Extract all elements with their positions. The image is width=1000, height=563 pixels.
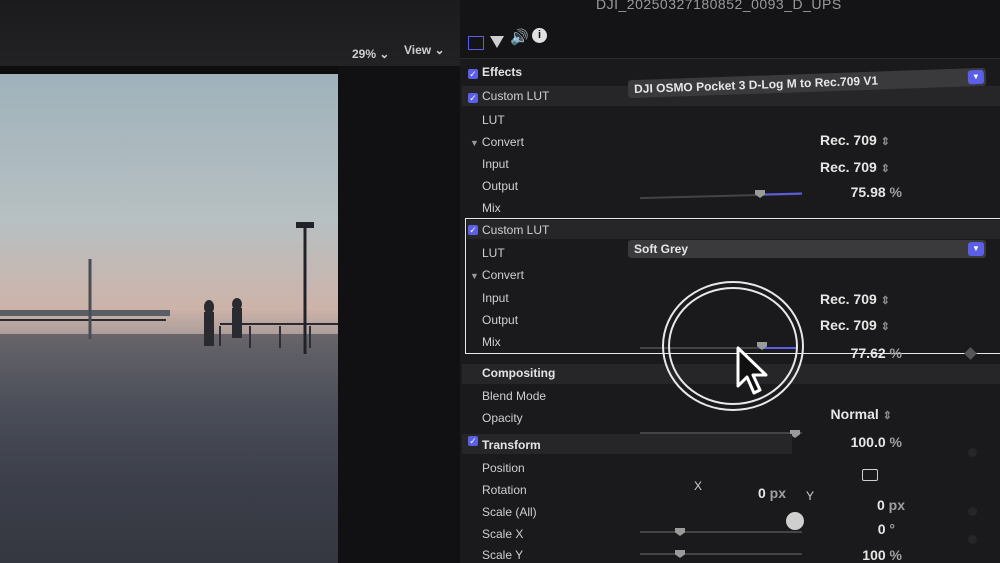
clip-name: DJI_20250327180852_0093_D_UPS: [596, 0, 842, 12]
scale-x-label: Scale X: [482, 527, 524, 541]
disclosure-triangle-icon: ▼: [470, 138, 479, 148]
lut2-convert-group[interactable]: ▼ Convert: [470, 268, 524, 282]
opacity-label: Opacity: [482, 411, 523, 425]
lut1-title: Custom LUT: [482, 89, 550, 103]
stepper-icon: ⇕: [880, 321, 890, 333]
disclosure-triangle-icon: ▼: [470, 271, 479, 281]
color-icon[interactable]: [490, 36, 504, 48]
lut1-checkbox[interactable]: ✓: [468, 93, 478, 103]
lut2-lut-value: Soft Grey: [634, 242, 689, 256]
lut2-input-label: Input: [482, 291, 509, 305]
lut2-mix-label: Mix: [482, 335, 501, 349]
lut2-mix-field[interactable]: 77.62 %: [790, 345, 902, 361]
opacity-unit: %: [889, 434, 902, 450]
rotation-dial[interactable]: [786, 512, 804, 530]
keyframe-button[interactable]: [968, 507, 977, 516]
lut1-mix-unit: %: [889, 184, 902, 200]
stepper-icon: ⇕: [880, 295, 890, 307]
scale-x-slider[interactable]: [640, 553, 802, 555]
scale-all-unit: %: [889, 547, 902, 563]
scale-all-value: 100: [862, 547, 886, 563]
lut1-convert-label: Convert: [481, 135, 524, 149]
scale-all-label: Scale (All): [482, 505, 537, 519]
x-unit: px: [769, 485, 786, 501]
lut1-mix-value: 75.98: [850, 184, 886, 200]
compositing-header: Compositing: [482, 366, 556, 380]
effects-checkbox[interactable]: ✓: [468, 69, 478, 79]
rotation-field[interactable]: 0 °: [845, 521, 895, 537]
transform-onscreen-icon[interactable]: [862, 469, 878, 481]
chevron-down-icon: ▼: [967, 69, 985, 85]
scale-all-slider[interactable]: [640, 531, 802, 533]
lut2-input-value: Rec. 709: [819, 291, 877, 307]
y-field[interactable]: 0 px: [845, 497, 905, 513]
lut1-input-label: Input: [482, 157, 509, 171]
highlight-circle-inner: [668, 287, 798, 405]
lut2-title: Custom LUT: [482, 223, 550, 237]
keyframe-button[interactable]: [968, 448, 977, 457]
audio-icon[interactable]: 🔊: [510, 28, 529, 46]
scale-y-label: Scale Y: [482, 548, 524, 562]
lut2-checkbox[interactable]: ✓: [468, 225, 478, 235]
lut1-input-popup[interactable]: Rec. 709 ⇕: [760, 132, 890, 148]
x-label: X: [694, 479, 703, 493]
lut1-output-popup[interactable]: Rec. 709 ⇕: [760, 159, 890, 175]
viewer-toolbar: [0, 0, 460, 66]
zoom-menu[interactable]: 29% ⌄: [352, 47, 389, 61]
lut2-mix-unit: %: [889, 345, 902, 361]
lut2-lut-label: LUT: [482, 246, 505, 260]
scale-all-field[interactable]: 100 %: [820, 547, 902, 563]
transform-header: Transform: [482, 438, 541, 452]
lut2-output-value: Rec. 709: [819, 317, 877, 333]
stepper-icon: ⇕: [882, 410, 892, 422]
lut1-mix-label: Mix: [482, 201, 501, 215]
effects-header: Effects: [482, 65, 523, 79]
video-frame: [0, 74, 338, 563]
lut1-mix-field[interactable]: 75.98 %: [790, 184, 902, 200]
lut2-lut-popup[interactable]: Soft Grey ▼: [628, 240, 986, 258]
lut1-input-value: Rec. 709: [819, 132, 877, 148]
y-unit: px: [888, 497, 905, 513]
x-field[interactable]: 0 px: [730, 485, 786, 501]
rotation-value: 0: [877, 521, 886, 537]
lut1-convert-group[interactable]: ▼ Convert: [470, 135, 524, 149]
blend-mode-label: Blend Mode: [482, 389, 547, 403]
opacity-value: 100.0: [850, 434, 886, 450]
view-menu[interactable]: View ⌄: [404, 43, 445, 57]
lut1-output-label: Output: [482, 179, 519, 193]
blend-mode-popup[interactable]: Normal ⇕: [770, 406, 892, 422]
viewer-background: [338, 66, 460, 563]
lut2-mix-value: 77.62: [850, 345, 886, 361]
stepper-icon: ⇕: [880, 136, 890, 148]
position-label: Position: [482, 461, 525, 475]
keyframe-button[interactable]: [968, 535, 977, 544]
blend-mode-value: Normal: [830, 406, 879, 422]
info-icon[interactable]: i: [532, 28, 547, 43]
y-label: Y: [806, 489, 815, 503]
x-value: 0: [757, 485, 766, 501]
chevron-down-icon: ▼: [968, 242, 984, 256]
y-value: 0: [876, 497, 885, 513]
mouse-pointer-icon: [736, 346, 768, 395]
transform-checkbox[interactable]: ✓: [468, 436, 478, 446]
lut1-output-value: Rec. 709: [819, 159, 877, 175]
video-icon[interactable]: [468, 36, 484, 50]
lut1-lut-label: LUT: [482, 113, 505, 127]
lut2-convert-label: Convert: [481, 268, 524, 282]
stepper-icon: ⇕: [880, 163, 890, 175]
rotation-unit: °: [889, 521, 895, 537]
opacity-field[interactable]: 100.0 %: [790, 434, 902, 450]
rotation-label: Rotation: [482, 483, 527, 497]
lut2-output-label: Output: [482, 313, 519, 327]
